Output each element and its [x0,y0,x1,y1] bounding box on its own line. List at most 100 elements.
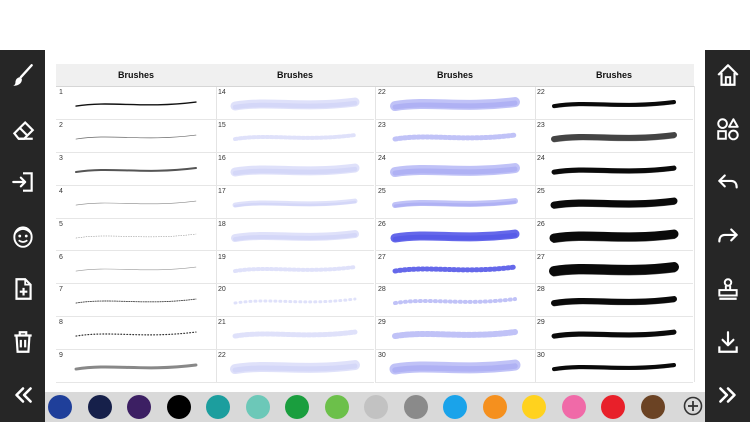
brush-item[interactable]: 5 [56,218,215,252]
brush-item[interactable]: 14 [215,86,374,120]
brush-number: 30 [378,352,386,360]
home-icon [716,64,739,86]
color-swatch[interactable] [522,395,546,419]
brush-grid: 22 23 24 25 26 27 28 29 30 [534,86,695,384]
brush-item[interactable]: 8 [56,316,215,351]
download-button[interactable] [705,324,750,360]
brush-stroke-preview [551,296,677,307]
color-swatch[interactable] [561,395,586,419]
brush-item[interactable]: 22 [375,86,534,120]
brush-item[interactable]: 26 [534,218,693,252]
import-button[interactable] [0,164,45,200]
right-toolbar [705,50,750,422]
brush-item[interactable]: 24 [375,152,534,186]
brush-panel-title: Brushes [56,64,216,87]
brush-number: 1 [59,89,63,96]
emoji-icon [12,226,33,248]
brush-item[interactable]: 16 [215,152,374,186]
expand-right-icon [718,387,736,403]
brush-item[interactable]: 23 [375,119,534,153]
new-file-button[interactable] [0,271,45,307]
brush-item[interactable]: 24 [534,152,693,186]
color-swatch[interactable] [482,395,507,419]
brush-item[interactable]: 27 [534,251,693,285]
brush-number: 21 [218,319,226,327]
color-swatch[interactable] [403,395,428,419]
brush-item[interactable]: 28 [534,283,693,318]
brush-item[interactable]: 25 [534,185,693,219]
brush-stroke-preview [231,229,359,242]
brush-item[interactable]: 29 [375,316,534,351]
brush-button[interactable] [0,57,45,93]
expand-right-button[interactable] [705,377,750,413]
brush-item[interactable]: 29 [534,316,693,351]
brush-number: 18 [218,220,226,228]
brush-grid: 14 15 16 17 18 19 20 21 22 [215,86,376,384]
brush-number: 2 [59,121,63,129]
brush-number: 24 [537,154,545,162]
brush-item[interactable]: 6 [56,251,215,285]
color-swatch[interactable] [364,395,388,419]
brush-number: 30 [537,352,545,360]
brush-item[interactable]: 23 [534,119,693,153]
color-swatch[interactable] [48,395,72,419]
brush-number: 29 [378,319,386,327]
color-palette [45,392,705,422]
brush-item[interactable]: 15 [215,119,374,153]
redo-button[interactable] [705,218,750,254]
brush-number: 17 [218,187,226,195]
brush-item[interactable]: 21 [215,316,374,351]
brush-stroke-preview [232,329,358,339]
color-swatch[interactable] [601,395,625,419]
brush-stroke-preview [550,197,678,209]
brush-item[interactable]: 28 [375,283,534,318]
color-swatch[interactable] [640,395,665,419]
brush-stroke-preview [75,134,197,140]
brush-number: 7 [59,286,63,294]
brush-item[interactable]: 17 [215,185,374,219]
eraser-button[interactable] [0,111,45,147]
shapes-button[interactable] [705,111,750,147]
brush-item[interactable]: 7 [56,283,215,318]
emoji-button[interactable] [0,218,45,254]
brush-stroke-preview [230,360,360,375]
trash-button[interactable] [0,324,45,360]
home-button[interactable] [705,57,750,93]
brush-item[interactable]: 22 [215,349,374,384]
brush-item[interactable]: 26 [375,218,534,252]
brush-item[interactable]: 18 [215,218,374,252]
color-swatch[interactable] [245,395,270,419]
brush-panel-title: Brushes [215,64,375,87]
color-swatch[interactable] [87,395,112,419]
color-swatch[interactable] [127,395,151,419]
brush-item[interactable]: 30 [375,349,534,384]
brush-stroke-preview [551,165,677,175]
brush-panel: Brushes 22 23 24 25 26 27 28 29 30 [375,64,536,384]
color-swatch[interactable] [166,395,191,419]
brush-item[interactable]: 25 [375,185,534,219]
brush-item[interactable]: 30 [534,349,693,384]
brush-item[interactable]: 22 [534,86,693,120]
brush-item[interactable]: 20 [215,283,374,318]
brush-item[interactable]: 27 [375,251,534,285]
color-swatch[interactable] [285,395,309,419]
brush-number: 24 [378,154,386,162]
add-color-icon[interactable] [683,396,703,416]
color-swatch[interactable] [443,395,467,419]
collapse-left-button[interactable] [0,377,45,413]
brush-item[interactable]: 19 [215,251,374,285]
brush-number: 22 [378,89,386,96]
brush-item[interactable]: 9 [56,349,215,384]
brush-item[interactable]: 2 [56,119,215,153]
color-swatch[interactable] [324,395,349,419]
stamp-button[interactable] [705,271,750,307]
brush-item[interactable]: 3 [56,152,215,186]
brush-number: 28 [378,286,386,294]
color-swatch[interactable] [206,395,230,419]
brush-item[interactable]: 4 [56,185,215,219]
brush-panel: Brushes 22 23 24 25 26 27 28 29 30 [534,64,695,384]
brush-item[interactable]: 1 [56,86,215,120]
brush-number: 26 [537,220,545,228]
undo-button[interactable] [705,164,750,200]
brush-stroke-preview [74,363,198,371]
